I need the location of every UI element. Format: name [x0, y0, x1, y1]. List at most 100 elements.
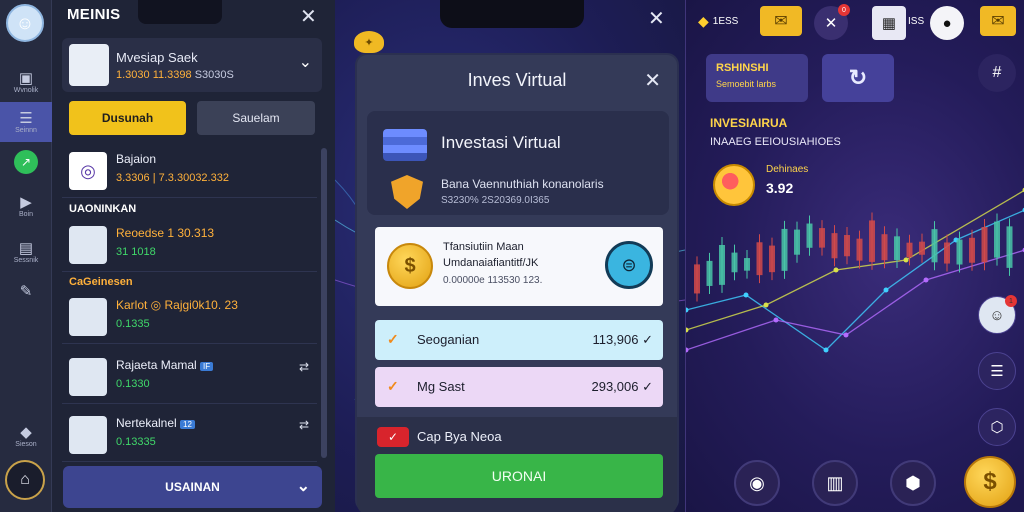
dialog-header: Inves Virtual ✕: [357, 55, 677, 105]
candle-body: [744, 258, 750, 271]
left-panel: ☺ ▣ Wvnolik ☰ Seinnn ↗ ▶ Boin ▤ Sessnik …: [0, 0, 335, 512]
swap-icon[interactable]: ⇄: [299, 418, 309, 432]
balance-label: Dehinaes: [766, 164, 809, 175]
rail-item-diamond[interactable]: ◆ Sieson: [0, 416, 52, 456]
list-item[interactable]: Karlot ◎ Rajgi0k10. 23 0.1335: [62, 292, 317, 344]
box-icon[interactable]: ⬢: [890, 460, 936, 506]
section-heading: INVESIAIRUA: [710, 116, 788, 130]
notch: [138, 0, 222, 24]
investment-card: Investasi Virtual Bana Vaennuthiah konan…: [367, 111, 669, 215]
brand-text: 1ESS: [712, 15, 739, 27]
info-card[interactable]: RSHINSHI Semoebit larbs: [706, 54, 808, 102]
settings-icon: ✎: [19, 283, 33, 300]
candle-body: [731, 252, 738, 273]
list-item[interactable]: Rajaeta Mamal IF 0.1330 ⇄: [62, 352, 317, 404]
rail-item-label: Wvnolik: [13, 86, 39, 94]
trend-point: [843, 332, 849, 338]
brand-logo[interactable]: ◆ 1ESS: [698, 6, 738, 36]
game-icon[interactable]: ▦: [872, 6, 906, 40]
trend-point: [686, 307, 689, 313]
list-item-value: 3.3306 | 7.3.30032.332: [116, 172, 229, 184]
option-row[interactable]: ✓ Mg Sast 293,006 ✓: [375, 367, 663, 407]
stack-icon: [383, 129, 427, 161]
transaction-info-card[interactable]: $ Tfansiutiin Maan Umdanaiafiantitf/JK 0…: [375, 227, 663, 306]
refresh-button[interactable]: ↻: [822, 54, 894, 102]
mail-icon[interactable]: ✉: [760, 6, 802, 36]
list-item-value: 31 1018: [116, 246, 156, 258]
building-icon[interactable]: ▥: [812, 460, 858, 506]
rail-item-chart[interactable]: ↗: [0, 142, 52, 182]
chevron-down-icon[interactable]: ⌄: [299, 52, 312, 72]
candle-body: [694, 264, 700, 294]
close-icon[interactable]: ✕: [300, 4, 317, 29]
rail-item-dashboard[interactable]: ▣ Wvnolik: [0, 62, 52, 102]
list-item-title-text: Nertekalnel: [116, 416, 177, 430]
rail-item-label: Seinnn: [15, 126, 37, 134]
trend-point: [883, 287, 889, 293]
coin-icon: ✦: [354, 31, 384, 53]
chat-icon[interactable]: ⊜: [605, 241, 653, 289]
info-line: Tfansiutiin Maan: [443, 241, 524, 253]
candle-body: [781, 228, 788, 271]
candle-body: [881, 234, 888, 261]
user-avatar[interactable]: ☺: [6, 4, 44, 42]
list-item-title: Karlot ◎ Rajgi0k10. 23: [116, 298, 238, 312]
close-icon[interactable]: ✕: [644, 68, 661, 93]
candle-body: [794, 229, 800, 255]
balance-value: 3.92: [766, 180, 794, 196]
list-item-value: 0.1335: [116, 318, 150, 330]
candle-body: [944, 242, 950, 264]
list-item[interactable]: Reoedse 1 30.313 31 1018: [62, 220, 317, 272]
bottom-dropdown-button[interactable]: USAINAN ⌄: [63, 466, 322, 508]
rail-item-play[interactable]: ▶ Boin: [0, 186, 52, 226]
trend-point: [823, 347, 829, 353]
profile-name: Mvesiap Saek: [116, 50, 198, 65]
eye-icon[interactable]: ◉: [734, 460, 780, 506]
avatar[interactable]: ☺ 1: [978, 295, 1017, 334]
confirm-button[interactable]: URONAI: [375, 454, 663, 498]
trend-point: [686, 327, 689, 333]
trend-point: [833, 267, 839, 273]
middle-panel: ✕ ✦ Inves Virtual ✕ Investasi Virtual Ba…: [335, 0, 685, 512]
coin-icon[interactable]: $: [964, 456, 1016, 508]
rail-item-message[interactable]: ▤ Sessnik: [0, 232, 52, 272]
record-icon[interactable]: ●: [930, 6, 964, 40]
mail-icon[interactable]: ✉: [980, 6, 1016, 36]
scrollbar[interactable]: [321, 148, 327, 458]
swap-icon[interactable]: ⇄: [299, 360, 309, 374]
list-item[interactable]: Nertekalnel 12 0.13335 ⇄: [62, 410, 317, 462]
card-subtitle: Semoebit larbs: [716, 79, 777, 89]
list-icon[interactable]: ☰: [978, 352, 1016, 390]
candle-body: [806, 223, 813, 248]
info-line: 0.00000e 113530 123.: [443, 275, 543, 286]
cube-icon[interactable]: ⬡: [978, 408, 1016, 446]
tab-secondary-button[interactable]: Sauelam: [197, 101, 315, 135]
dialog-footer: ✓ Cap Bya Neoa URONAI: [357, 417, 677, 512]
option-label: Mg Sast: [417, 379, 465, 394]
close-icon[interactable]: ✕: [648, 6, 665, 31]
option-value: 113,906 ✓: [592, 332, 653, 347]
profile-num2: S3030S: [194, 69, 234, 81]
label: ISS: [908, 15, 925, 27]
candle-body: [1006, 226, 1013, 268]
candle-body: [969, 237, 975, 263]
document-icon: ☰: [19, 109, 33, 127]
hash-icon[interactable]: #: [978, 54, 1016, 92]
trend-point: [743, 292, 749, 298]
close-circle-icon[interactable]: ✕ 0: [814, 4, 850, 40]
rail-item-document[interactable]: ☰ Seinnn: [0, 102, 52, 142]
tab-primary-button[interactable]: Dusunah: [69, 101, 186, 135]
card-meta: S3230% 2S20369.0I365: [441, 195, 550, 206]
rail-item-label: Sessnik: [13, 256, 39, 264]
candle-body: [919, 241, 925, 255]
dialog-title: Inves Virtual: [467, 70, 567, 90]
profile-num1: 1.3030 11.3398: [116, 69, 192, 81]
option-row[interactable]: ✓ Seoganian 113,906 ✓: [375, 320, 663, 360]
checkbox[interactable]: ✓: [377, 427, 409, 447]
chart-icon: ↗: [14, 150, 38, 174]
trend-point: [773, 317, 779, 323]
rail-item-settings[interactable]: ✎: [0, 272, 52, 312]
profile-card[interactable]: Mvesiap Saek 1.3030 11.3398 S3030S ⌄: [62, 38, 322, 92]
list-item[interactable]: ◎ Bajaion 3.3306 | 7.3.30032.332: [62, 146, 317, 198]
home-icon[interactable]: ⌂: [5, 460, 45, 500]
